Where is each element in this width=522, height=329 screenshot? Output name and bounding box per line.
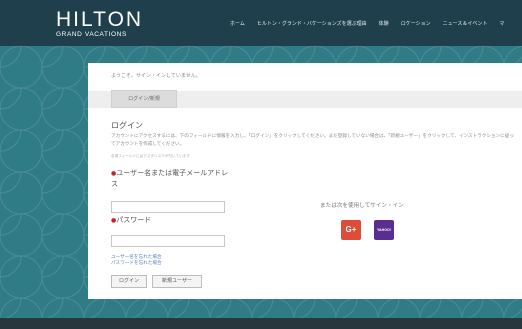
nav-item-experience[interactable]: 体験	[379, 20, 389, 27]
forgot-password-link[interactable]: パスワードを忘れた場合	[111, 261, 162, 267]
username-input[interactable]	[111, 201, 225, 213]
footer-bar	[0, 318, 522, 329]
site-header: HILTON GRAND VACATIONS ホーム ヒルトン・グランド・バケー…	[0, 0, 522, 46]
password-input[interactable]	[111, 235, 225, 247]
yahoo-icon: YAHOO!	[376, 228, 392, 232]
social-signin-label: または次を使用してサイン・イン	[320, 203, 404, 209]
login-button[interactable]: ログイン	[111, 275, 147, 288]
password-label-text: パスワード	[116, 216, 152, 224]
username-label-text: ユーザー名または電子メールアドレス	[111, 169, 229, 188]
password-label: ●パスワード	[111, 215, 151, 226]
yahoo-signin-button[interactable]: YAHOO!	[374, 220, 394, 240]
google-plus-signin-button[interactable]: G+	[341, 220, 361, 240]
login-panel: ようこそ。サイン・インしていません。 ログイン/新規 ログイン アカウントにアク…	[88, 63, 522, 299]
logo-subtitle: GRAND VACATIONS	[56, 31, 127, 38]
nav-item-news-events[interactable]: ニュース＆イベント	[443, 20, 488, 27]
main-nav: ホーム ヒルトン・グランド・バケーションズを選ぶ理由 体験 ロケーション ニュー…	[230, 20, 504, 27]
nav-item-locations[interactable]: ロケーション	[401, 20, 431, 27]
forgot-links: ユーザー名を忘れた場合 パスワードを忘れた場合	[111, 255, 162, 267]
tab-bar: ログイン/新規	[88, 90, 522, 108]
nav-item-why-hgv[interactable]: ヒルトン・グランド・バケーションズを選ぶ理由	[257, 20, 367, 27]
username-label: ●ユーザー名または電子メールアドレス	[111, 168, 231, 190]
nav-item-home[interactable]: ホーム	[230, 20, 245, 27]
page-title: ログイン	[111, 121, 143, 130]
login-instructions: アカウントにアクセスするには、下のフィールドに情報を入力し、「ログイン」をクリッ…	[111, 134, 514, 147]
logo-wordmark: HILTON	[56, 8, 144, 31]
new-user-button[interactable]: 新規ユーザー	[152, 275, 202, 288]
tab-login[interactable]: ログイン/新規	[111, 90, 177, 108]
welcome-message: ようこそ。サイン・インしていません。	[111, 73, 201, 79]
hilton-logo[interactable]: HILTON GRAND VACATIONS	[56, 8, 144, 38]
google-plus-icon: G+	[345, 225, 357, 234]
required-fields-note: 必須フィールドにはアスタリスクが付いています	[111, 154, 190, 158]
nav-item-more[interactable]: マ	[499, 20, 504, 27]
